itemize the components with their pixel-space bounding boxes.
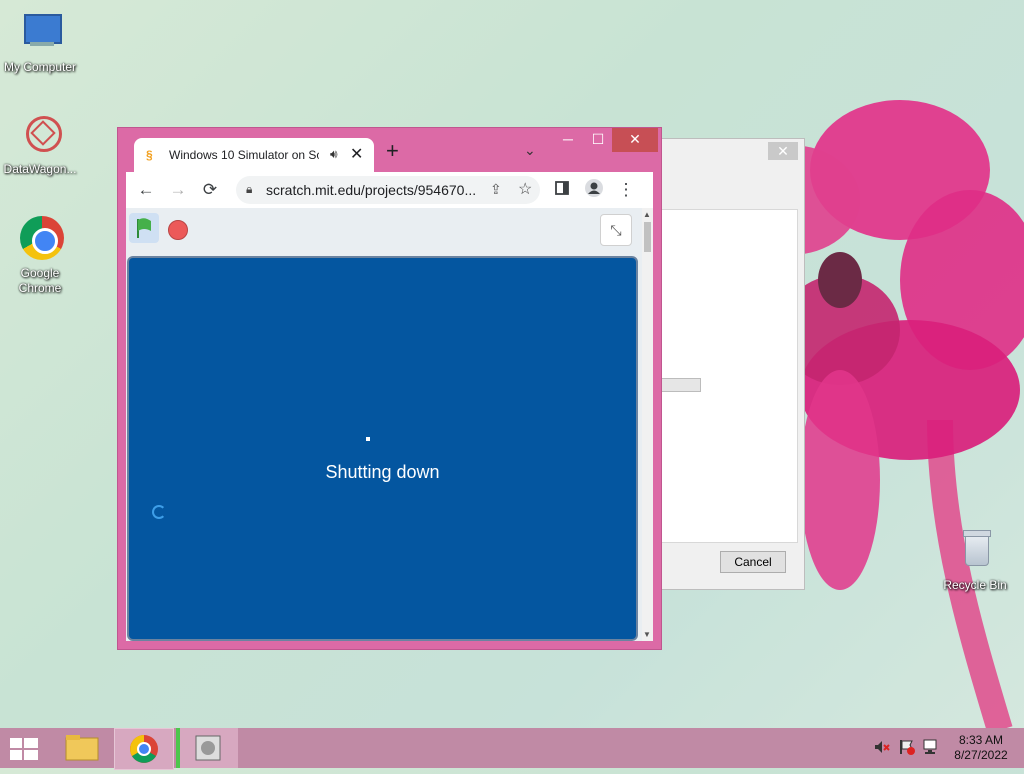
browser-toolbar: ← → ⟳ 🔒︎ scratch.mit.edu/projects/954670… (126, 172, 653, 208)
chrome-icon (16, 216, 64, 264)
url-text: scratch.mit.edu/projects/954670... (266, 182, 477, 198)
new-tab-button[interactable]: + (386, 140, 399, 162)
dialog-content (656, 209, 798, 543)
background-dialog: ✕ Cancel (655, 138, 805, 590)
bookmark-star-button[interactable]: ☆ (518, 179, 532, 199)
maximize-button[interactable]: ☐ (582, 128, 614, 152)
tab-close-button[interactable]: ✕ (350, 144, 363, 164)
lock-icon[interactable]: 🔒︎ (246, 182, 252, 197)
minimize-button[interactable]: ─ (552, 128, 584, 152)
active-app-taskbar-icon[interactable] (176, 728, 238, 768)
desktop-icon-label: My Computer (3, 60, 77, 74)
browser-menu-button[interactable]: ⋮ (614, 178, 638, 202)
scratch-page: ⤡ Shutting down ▲ ▼ (126, 208, 653, 641)
scroll-down-icon[interactable]: ▼ (643, 630, 651, 639)
chrome-taskbar-icon[interactable] (114, 728, 174, 770)
dialog-progress-bar (657, 378, 701, 392)
desktop-icon-label: Recycle Bin (943, 578, 1007, 592)
browser-window: § Windows 10 Simulator on Sc 🔊︎ ✕ + ⌄ ─ … (117, 127, 662, 650)
desktop-icon-google-chrome[interactable]: Google Chrome (0, 216, 80, 296)
desktop-icon-label: Google Chrome (18, 266, 62, 295)
scratch-stage[interactable]: Shutting down (127, 256, 638, 641)
computer-icon (16, 10, 64, 58)
system-clock[interactable]: 8:33 AM 8/27/2022 (946, 733, 1016, 763)
profile-icon[interactable] (582, 178, 606, 202)
tab-title: Windows 10 Simulator on Sc (169, 148, 319, 162)
cancel-button[interactable]: Cancel (720, 551, 786, 573)
desktop-icon-datawagon[interactable]: DataWagon... (0, 112, 80, 177)
address-bar[interactable]: 🔒︎ scratch.mit.edu/projects/954670... ⇪ … (236, 176, 540, 204)
loading-spinner-icon (152, 505, 166, 519)
page-scrollbar[interactable]: ▲ ▼ (642, 208, 653, 641)
reload-button[interactable]: ⟳ (198, 178, 222, 202)
forward-button[interactable]: → (166, 178, 190, 202)
clock-time: 8:33 AM (958, 733, 1004, 747)
recycle-bin-icon (951, 528, 999, 576)
network-icon[interactable] (922, 738, 940, 759)
scratch-cat-icon: § (146, 148, 153, 162)
file-explorer-icon[interactable] (54, 728, 112, 768)
desktop-icon-recycle-bin[interactable]: Recycle Bin (935, 528, 1015, 593)
scrollbar-thumb[interactable] (644, 222, 651, 252)
side-panel-icon[interactable] (550, 178, 574, 202)
scroll-up-icon[interactable]: ▲ (643, 210, 651, 219)
tab-search-button[interactable]: ⌄ (524, 142, 536, 159)
exit-fullscreen-button[interactable]: ⤡ (600, 214, 632, 246)
cursor-dot (366, 437, 370, 441)
desktop-icon-label: DataWagon... (3, 162, 77, 176)
taskbar: 8:33 AM 8/27/2022 (0, 728, 1024, 770)
volume-muted-icon[interactable] (873, 738, 891, 759)
datawagon-icon (16, 112, 64, 160)
stage-controls: ⤡ (126, 208, 640, 254)
windows-start-icon[interactable] (10, 738, 38, 760)
clock-date: 8/27/2022 (954, 748, 1008, 762)
speaker-icon[interactable]: 🔊︎ (330, 147, 338, 162)
dialog-close-button[interactable]: ✕ (768, 142, 798, 160)
desktop-icon-my-computer[interactable]: My Computer (0, 10, 80, 75)
action-center-flag-icon[interactable] (898, 738, 916, 759)
shutting-down-text: Shutting down (325, 462, 440, 482)
browser-tab[interactable]: § Windows 10 Simulator on Sc 🔊︎ ✕ (134, 138, 374, 172)
back-button[interactable]: ← (134, 178, 158, 202)
close-button[interactable]: ✕ (612, 128, 658, 152)
share-icon[interactable]: ⇪ (490, 181, 502, 198)
green-flag-icon[interactable] (129, 213, 159, 243)
stop-icon[interactable] (168, 220, 188, 240)
